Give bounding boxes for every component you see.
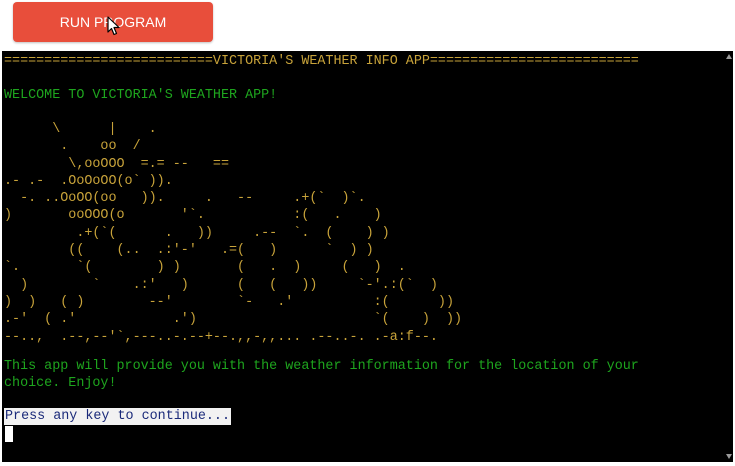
scroll-up-arrow-icon[interactable] xyxy=(726,54,732,59)
terminal-window[interactable]: ==========================VICTORIA'S WEA… xyxy=(2,51,733,462)
terminal-scrollbar[interactable] xyxy=(725,51,733,462)
mouse-pointer-icon xyxy=(107,16,120,36)
terminal-cursor xyxy=(5,426,13,442)
ascii-art-weather: \ | . . oo / \,ooOOO =.= -- == .- .- .Oo… xyxy=(4,122,463,345)
app-description: This app will provide you with the weath… xyxy=(4,359,639,392)
app-banner: ==========================VICTORIA'S WEA… xyxy=(4,54,639,69)
welcome-message: WELCOME TO VICTORIA'S WEATHER APP! xyxy=(4,88,278,103)
continue-prompt: Press any key to continue... xyxy=(4,408,231,426)
scroll-down-arrow-icon[interactable] xyxy=(726,454,732,459)
